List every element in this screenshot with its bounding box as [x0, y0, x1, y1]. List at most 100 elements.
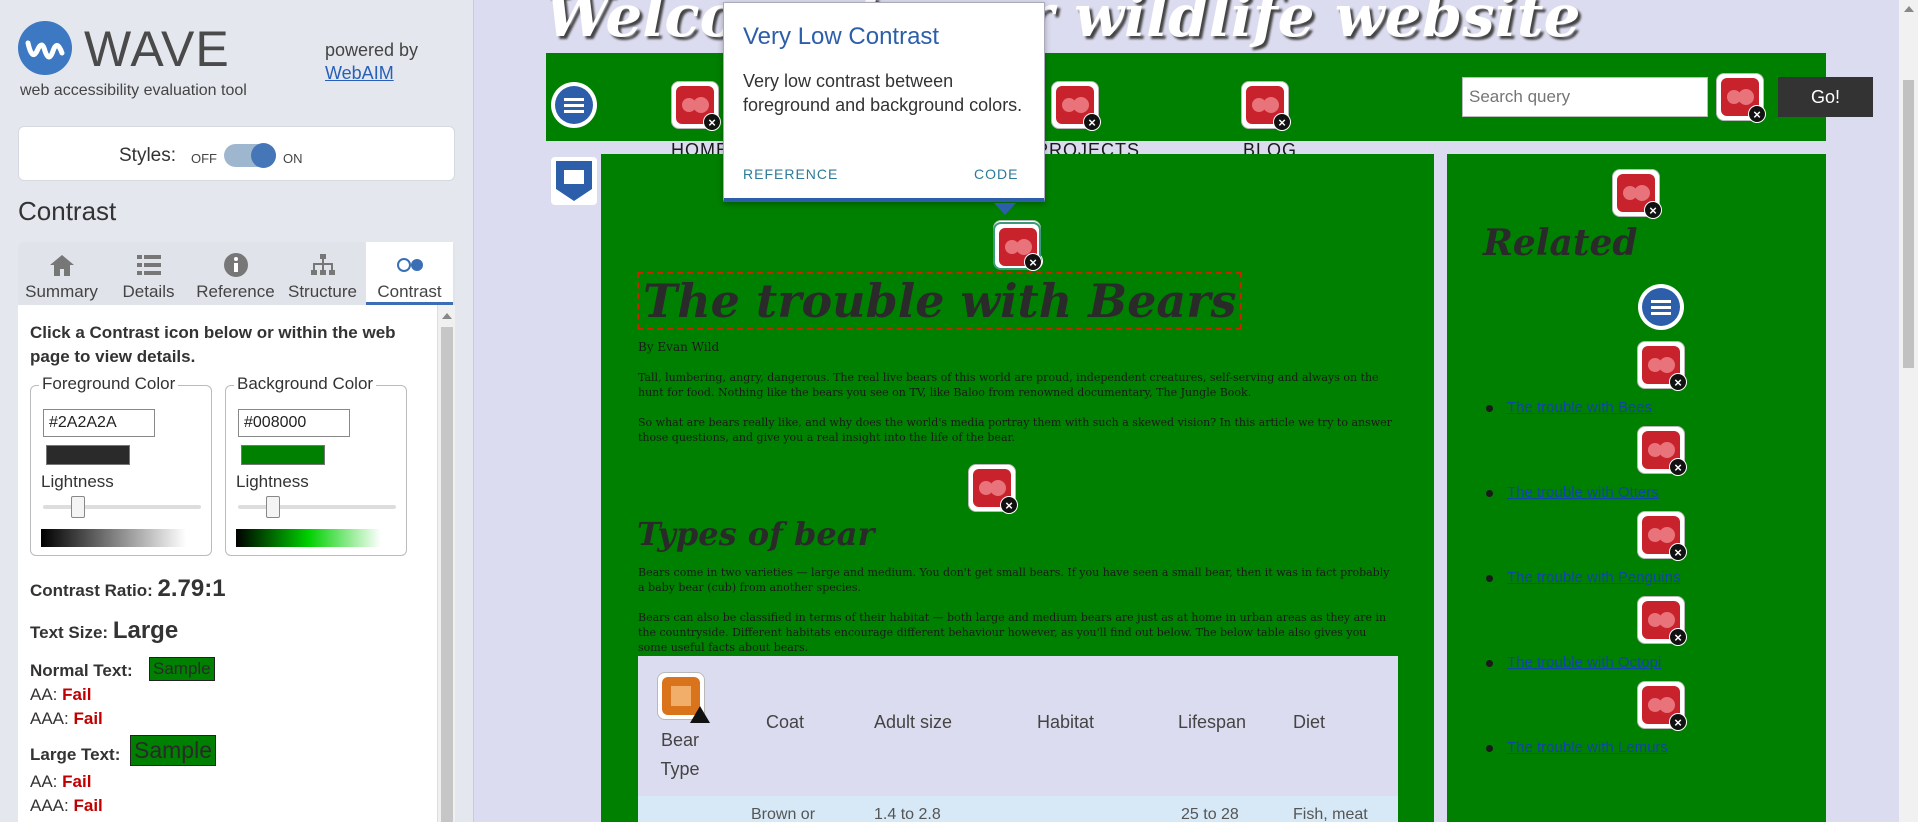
foreground-swatch — [46, 445, 130, 465]
foreground-legend: Foreground Color — [39, 374, 179, 394]
popup-body: Very low contrast between foreground and… — [743, 71, 1023, 115]
list-item[interactable]: The trouble with Lemurs — [1486, 739, 1668, 756]
contrast-ratio: Contrast Ratio: 2.79:1 — [30, 575, 226, 603]
related-aside: × Related × The trouble with Bees × The … — [1447, 154, 1826, 822]
background-legend: Background Color — [234, 374, 377, 394]
list-icon — [136, 255, 161, 275]
styles-toggle[interactable] — [224, 143, 276, 168]
table-cell: 25 to 28 — [1181, 806, 1239, 822]
popup-code-link[interactable]: CODE — [974, 166, 1018, 182]
contrast-error-icon[interactable]: × — [968, 464, 1018, 514]
html5-shield-icon[interactable] — [551, 157, 597, 205]
contrast-ratio-label: Contrast Ratio: — [30, 581, 153, 600]
styles-off-label: OFF — [191, 151, 217, 166]
list-item[interactable]: The trouble with Octopi — [1486, 654, 1661, 671]
wave-list-icon[interactable] — [551, 82, 597, 128]
aside-heading: Related — [1483, 222, 1638, 264]
contrast-error-icon[interactable]: × — [1637, 511, 1687, 561]
foreground-hex-input[interactable] — [43, 409, 155, 437]
tab-structure[interactable]: Structure — [279, 242, 366, 305]
toggle-knob — [251, 143, 276, 168]
foreground-lightness-label: Lightness — [41, 472, 114, 491]
large-aaa-result: AAA: Fail — [30, 796, 103, 816]
tab-reference[interactable]: Reference — [192, 242, 279, 305]
contrast-error-icon[interactable]: × — [1241, 81, 1291, 131]
contrast-panel: Click a Contrast icon below or within th… — [18, 305, 455, 822]
go-button[interactable]: Go! — [1778, 77, 1873, 117]
background-lightness-label: Lightness — [236, 472, 309, 491]
table-header-habitat: Habitat — [1037, 712, 1095, 732]
list-item[interactable]: The trouble with Penguins — [1486, 569, 1680, 586]
contrast-error-icon[interactable]: × — [1637, 681, 1687, 731]
list-item[interactable]: The trouble with Bees — [1486, 399, 1652, 416]
background-swatch — [241, 445, 325, 465]
large-aaa-label: AAA: — [30, 796, 69, 815]
foreground-color-box: Foreground Color Lightness — [30, 374, 212, 556]
contrast-error-icon[interactable]: × — [1051, 81, 1101, 131]
site-scroll-thumb[interactable] — [1903, 80, 1914, 368]
table-row: Brown or 1.4 to 2.8 25 to 28 Fish, meat — [638, 796, 1398, 822]
tab-contrast-label: Contrast — [377, 282, 442, 301]
tab-summary[interactable]: Summary — [18, 242, 105, 305]
article-heading: The trouble with Bears — [637, 272, 1243, 330]
table-header-coat: Coat — [766, 712, 805, 732]
related-link[interactable]: The trouble with Lemurs — [1507, 739, 1668, 756]
scroll-up-arrow-icon[interactable] — [442, 313, 452, 319]
normal-aaa-fail: Fail — [73, 709, 103, 728]
powered-by-label: powered by — [325, 40, 419, 60]
table-alert-icon[interactable] — [657, 672, 710, 723]
site-scroll-up-icon[interactable] — [1904, 6, 1914, 12]
wave-logo-text: WAVE — [84, 21, 230, 77]
normal-aaa-result: AAA: Fail — [30, 709, 103, 729]
table-cell: Fish, meat — [1293, 806, 1368, 822]
panel-scrollbar[interactable] — [437, 305, 455, 822]
table-header-diet: Diet — [1293, 712, 1326, 732]
styles-on-label: ON — [283, 151, 303, 166]
background-lightness-slider[interactable] — [266, 496, 280, 518]
selected-contrast-error-icon[interactable]: × — [993, 222, 1042, 271]
related-link[interactable]: The trouble with Otters — [1507, 484, 1659, 501]
table-header-bear-type: Bear Type — [660, 730, 700, 779]
foreground-gradient — [41, 529, 186, 547]
wave-list-icon[interactable] — [1638, 284, 1684, 330]
large-aa-fail: Fail — [62, 772, 92, 791]
missing-label-error-icon[interactable]: × — [1716, 73, 1766, 123]
table-header-adult-size: Adult size — [874, 712, 953, 732]
table-header-lifespan: Lifespan — [1178, 712, 1247, 732]
article-paragraph: So what are bears really like, and why d… — [638, 416, 1392, 444]
site-scrollbar[interactable] — [1899, 0, 1918, 822]
list-item[interactable]: The trouble with Otters — [1486, 484, 1659, 501]
table-cell: Brown or — [751, 806, 816, 822]
contrast-error-icon[interactable]: × — [1637, 426, 1687, 476]
foreground-lightness-slider[interactable] — [71, 496, 85, 518]
styles-label: Styles: — [119, 145, 177, 166]
contrast-error-icon[interactable]: × — [1637, 341, 1687, 391]
info-icon — [223, 253, 248, 277]
webaim-link[interactable]: WebAIM — [325, 63, 394, 84]
tab-summary-label: Summary — [25, 282, 98, 301]
text-size-label: Text Size: — [30, 623, 109, 642]
contrast-error-icon[interactable]: × — [671, 81, 721, 131]
table-cell: 1.4 to 2.8 — [874, 806, 941, 822]
panel-scroll-thumb[interactable] — [441, 327, 453, 822]
popup-reference-link[interactable]: REFERENCE — [743, 166, 838, 182]
contrast-error-icon[interactable]: × — [1612, 169, 1662, 219]
tab-reference-label: Reference — [196, 282, 275, 301]
contrast-error-icon[interactable]: × — [1637, 596, 1687, 646]
related-link[interactable]: The trouble with Penguins — [1507, 569, 1680, 586]
background-hex-input[interactable] — [238, 409, 350, 437]
foreground-lightness-track[interactable] — [43, 505, 201, 509]
tab-contrast[interactable]: Contrast — [366, 242, 453, 305]
article-byline: By Evan Wild — [638, 340, 720, 354]
tab-details[interactable]: Details — [105, 242, 192, 305]
related-link[interactable]: The trouble with Octopi — [1507, 654, 1661, 671]
wave-sidebar: WAVE web accessibility evaluation tool p… — [0, 0, 474, 822]
search-input[interactable] — [1462, 77, 1708, 117]
background-lightness-track[interactable] — [238, 505, 396, 509]
background-gradient — [236, 529, 381, 547]
home-icon — [49, 255, 74, 276]
panel-title: Contrast — [18, 196, 117, 226]
article-paragraph: Bears can also be classified in terms of… — [638, 611, 1387, 654]
related-link[interactable]: The trouble with Bees — [1507, 399, 1652, 416]
wave-logo-icon[interactable] — [18, 21, 72, 75]
